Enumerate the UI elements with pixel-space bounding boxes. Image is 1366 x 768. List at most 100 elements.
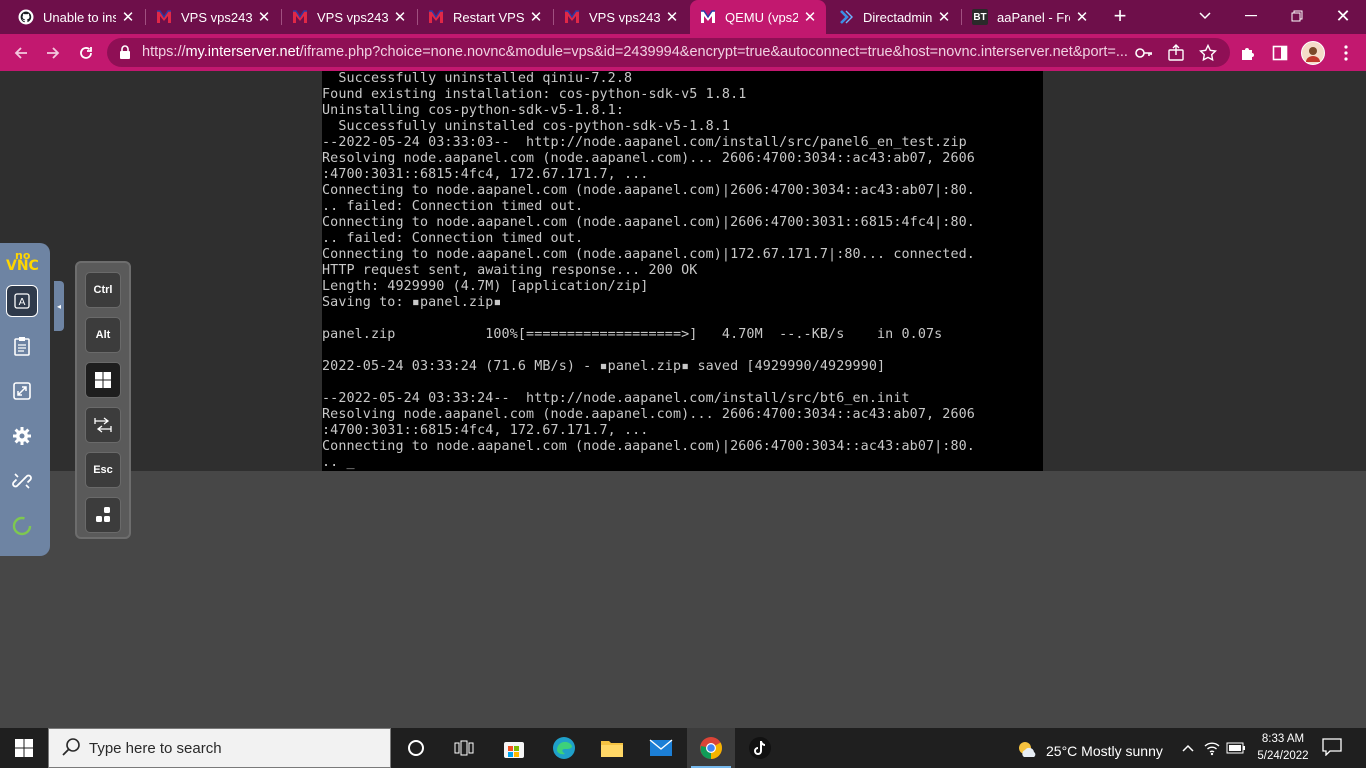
search-icon (61, 737, 83, 759)
terminal-line: .. _ (322, 455, 355, 470)
terminal-line: --2022-05-24 03:33:03-- http://node.aapa… (322, 135, 967, 150)
file-explorer-icon[interactable] (588, 728, 636, 768)
restore-button[interactable] (1274, 0, 1320, 32)
tab-github[interactable]: Unable to inst ✕ (8, 0, 144, 34)
tab-directadmin[interactable]: Directadmin I ✕ (828, 0, 960, 34)
lock-icon[interactable] (119, 45, 131, 64)
vnc-background (0, 471, 1366, 728)
terminal-line: :4700:3031::6815:4fc4, 172.67.171.7, ... (322, 167, 649, 182)
directadmin-icon (838, 9, 854, 25)
share-icon[interactable] (1165, 42, 1187, 64)
svg-text:A: A (19, 297, 26, 308)
battery-icon[interactable] (1226, 738, 1246, 758)
interserver-icon (292, 9, 308, 25)
notification-center-icon[interactable] (1322, 738, 1344, 758)
esc-key-button[interactable]: Esc (85, 452, 121, 488)
extensions-puzzle-icon[interactable] (1237, 42, 1259, 64)
tiktok-icon[interactable] (736, 728, 784, 768)
bookmark-star-icon[interactable] (1197, 42, 1219, 64)
reload-button[interactable] (73, 40, 99, 66)
tab-title: QEMU (vps24 (725, 9, 798, 25)
interserver-icon (428, 9, 444, 25)
tab-close-icon[interactable]: ✕ (936, 8, 952, 26)
terminal-line: Resolving node.aapanel.com (node.aapanel… (322, 407, 975, 422)
alt-key-button[interactable]: Alt (85, 317, 121, 353)
show-hidden-icons-chevron-icon[interactable] (1178, 738, 1198, 758)
terminal-line: .. failed: Connection timed out. (322, 231, 584, 246)
cortana-icon[interactable] (392, 728, 440, 768)
vm-console-terminal[interactable]: Successfully uninstalled qiniu-7.2.8 Fou… (322, 71, 1043, 471)
side-panel-icon[interactable] (1269, 42, 1291, 64)
weather-text: 25°C Mostly sunny (1046, 742, 1163, 759)
task-view-icon[interactable] (440, 728, 488, 768)
interserver-icon (700, 9, 716, 25)
tab-search-chevron-icon[interactable] (1182, 0, 1228, 32)
tab-close-icon[interactable]: ✕ (664, 8, 680, 26)
clipboard-icon[interactable] (6, 330, 38, 362)
tab-qemu-active[interactable]: QEMU (vps24 ✕ (690, 0, 826, 34)
back-button[interactable] (8, 40, 34, 66)
terminal-line: .. failed: Connection timed out. (322, 199, 584, 214)
disconnect-icon[interactable] (6, 465, 38, 497)
close-window-button[interactable]: ✕ (1320, 0, 1366, 32)
edge-browser-icon[interactable] (540, 728, 588, 768)
terminal-line: Successfully uninstalled qiniu-7.2.8 (322, 71, 633, 86)
novnc-control-bar: no VNC A (0, 243, 50, 556)
windows-key-button[interactable] (85, 362, 121, 398)
address-bar[interactable]: https://my.interserver.net/iframe.php?ch… (107, 38, 1230, 67)
taskbar-search-box[interactable]: Type here to search (48, 728, 391, 768)
key-icon[interactable] (1133, 42, 1155, 64)
profile-avatar[interactable] (1301, 41, 1325, 65)
aapanel-bt-icon: BT (972, 9, 988, 25)
interserver-icon (156, 9, 172, 25)
tab-title: Directadmin I (863, 9, 932, 25)
terminal-line: Resolving node.aapanel.com (node.aapanel… (322, 151, 975, 166)
terminal-line: panel.zip 100%[===================>] 4.7… (322, 327, 943, 342)
tab-title: VPS vps2439 (589, 9, 660, 25)
microsoft-store-icon[interactable] (490, 728, 538, 768)
control-bar-handle[interactable]: ◂ (54, 281, 64, 331)
browser-toolbar: https://my.interserver.net/iframe.php?ch… (0, 34, 1366, 71)
ctrl-key-button[interactable]: Ctrl (85, 272, 121, 308)
tab-close-icon[interactable]: ✕ (392, 8, 408, 26)
extra-keys-keyboard-icon[interactable]: A (6, 285, 38, 317)
tab-close-icon[interactable]: ✕ (1074, 8, 1090, 26)
forward-button[interactable] (40, 40, 66, 66)
tab-title: Unable to inst (43, 9, 116, 25)
tab-close-icon[interactable]: ✕ (528, 8, 544, 26)
url-scheme: https:// (142, 44, 186, 60)
tab-close-icon[interactable]: ✕ (802, 8, 818, 26)
tab-vps-3[interactable]: VPS vps2439 ✕ (554, 0, 688, 34)
tab-title: VPS vps2439 (181, 9, 252, 25)
vnc-viewport[interactable]: Successfully uninstalled qiniu-7.2.8 Fou… (0, 71, 1366, 728)
tab-title: VPS vps2439 (317, 9, 388, 25)
chrome-browser-icon[interactable] (687, 728, 735, 768)
menu-kebab-icon[interactable] (1335, 42, 1357, 64)
fullscreen-icon[interactable] (6, 375, 38, 407)
weather-widget[interactable]: 25°C Mostly sunny (1016, 739, 1163, 762)
url-host: my.interserver.net (185, 44, 300, 60)
tab-key-button[interactable] (85, 407, 121, 443)
tab-close-icon[interactable]: ✕ (256, 8, 272, 26)
new-tab-button[interactable]: + (1108, 4, 1132, 28)
tab-vps-1[interactable]: VPS vps2439 ✕ (146, 0, 280, 34)
browser-tab-strip: Unable to inst ✕ VPS vps2439 ✕ VPS vps24… (0, 0, 1366, 34)
windows-logo-icon (15, 739, 33, 757)
mail-icon[interactable] (637, 728, 685, 768)
minimize-button[interactable] (1228, 0, 1274, 32)
terminal-line: 2022-05-24 03:33:24 (71.6 MB/s) - ▪panel… (322, 359, 886, 374)
ctrl-alt-del-button[interactable] (85, 497, 121, 533)
tab-close-icon[interactable]: ✕ (120, 8, 136, 26)
clock-date: 5/24/2022 (1257, 750, 1309, 762)
settings-gear-icon[interactable] (6, 420, 38, 452)
system-clock[interactable]: 8:33 AM 5/24/2022 (1248, 731, 1318, 765)
tab-restart-vps[interactable]: Restart VPS | ✕ (418, 0, 552, 34)
tab-vps-2[interactable]: VPS vps2439 ✕ (282, 0, 416, 34)
wifi-icon[interactable] (1202, 738, 1222, 758)
tab-aapanel[interactable]: BT aaPanel - Free ✕ (962, 0, 1098, 34)
terminal-line: Uninstalling cos-python-sdk-v5-1.8.1: (322, 103, 624, 118)
start-button[interactable] (0, 728, 48, 768)
terminal-line: :4700:3031::6815:4fc4, 172.67.171.7, ... (322, 423, 649, 438)
terminal-line: Connecting to node.aapanel.com (node.aap… (322, 439, 975, 454)
terminal-line: Saving to: ▪panel.zip▪ (322, 295, 502, 310)
